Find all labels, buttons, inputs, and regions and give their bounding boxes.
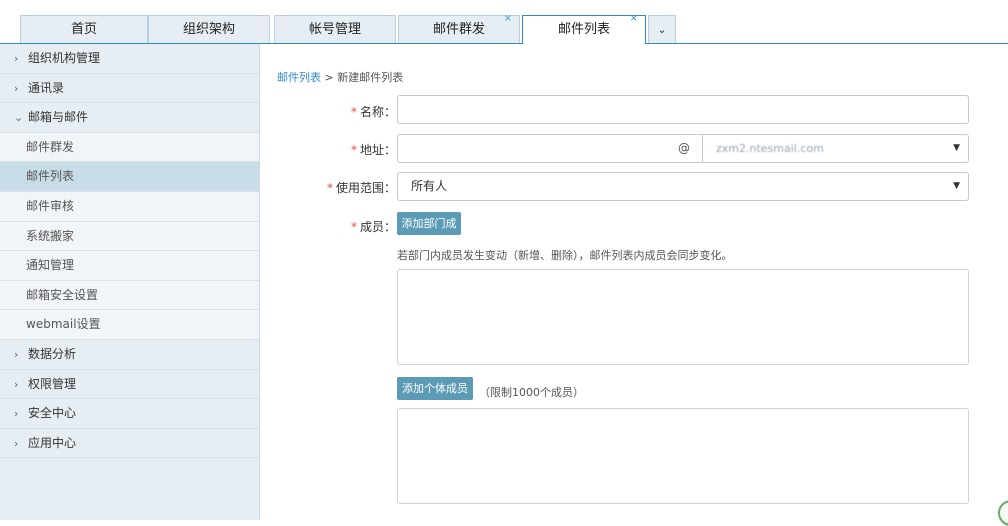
name-label-text: 名称： [359,105,396,119]
breadcrumb-current: 新建邮件列表 [337,71,404,84]
chevron-right-icon: › [14,436,19,450]
sidebar-item-label: 权限管理 [28,376,77,391]
sidebar-item-label: 数据分析 [28,346,77,361]
tab-mail-list[interactable]: 邮件列表 × [522,13,646,44]
sidebar-item-mail-list[interactable]: 邮件列表 [0,162,259,192]
sidebar-item-org-management[interactable]: › 组织机构管理 [0,44,259,74]
tab-organization[interactable]: 组织架构 [148,15,270,43]
sidebar-item-label: 邮箱安全设置 [26,287,99,302]
department-members-box[interactable] [397,269,969,365]
add-department-members-button[interactable]: 添加部门成员 [397,212,461,253]
sidebar-item-notification-management[interactable]: 通知管理 [0,251,259,281]
required-mark: * [326,181,333,195]
sidebar-item-webmail-settings[interactable]: webmail设置 [0,310,259,340]
sidebar-item-label: webmail设置 [26,317,101,332]
member-limit-hint: （限制1000个成员） [479,386,584,399]
breadcrumb: 邮件列表 > 新建邮件列表 [277,69,403,85]
sidebar-item-label: 组织机构管理 [28,51,101,65]
scope-select[interactable]: 所有人 ▼ [397,172,969,201]
main-content: 邮件列表 > 新建邮件列表 * 名称： * 地址： @ zxm2.ntesmail.… [261,44,1008,520]
required-mark: * [350,105,357,119]
sidebar-item-label: 安全中心 [28,406,77,421]
sidebar-item-permission-management[interactable]: › 权限管理 [0,370,259,400]
chevron-right-icon: › [14,407,19,421]
sidebar-item-label: 邮箱与邮件 [28,110,89,125]
sidebar-item-contacts[interactable]: › 通讯录 [0,74,259,104]
tab-account-management[interactable]: 帐号管理 [274,15,396,43]
tab-more-dropdown[interactable]: ⌄ [648,15,676,43]
address-label-text: 地址： [359,143,396,157]
name-input[interactable] [397,95,969,124]
sidebar-item-mass-mail[interactable]: 邮件群发 [0,132,259,163]
scope-label: * 使用范围： [276,179,396,196]
tab-label: 帐号管理 [308,22,361,37]
scope-label-text: 使用范围： [335,181,396,195]
tab-bar: 首页 组织架构 帐号管理 邮件群发 × 邮件列表 × ⌄ [0,0,1008,44]
breadcrumb-link-mail-list[interactable]: 邮件列表 [277,71,321,84]
close-icon[interactable]: × [630,13,638,25]
tab-label: 邮件群发 [432,22,485,37]
breadcrumb-separator: > [324,71,334,84]
required-mark: * [350,220,357,234]
department-sync-hint: 若部门内成员发生变动（新增、删除），邮件列表内成员会同步变化。 [397,249,733,262]
sidebar-item-security-center[interactable]: › 安全中心 [0,399,259,429]
sidebar-item-mailbox-and-mail[interactable]: ⌄ 邮箱与邮件 [0,103,259,133]
sidebar-item-label: 邮件审核 [26,198,75,213]
chevron-down-icon: ⌄ [657,23,667,36]
sidebar-item-label: 通知管理 [26,258,75,273]
caret-down-icon: ▼ [953,143,960,153]
add-individual-members-button[interactable]: 添加个体成员 [397,377,473,400]
individual-members-box[interactable] [397,408,969,504]
tab-home[interactable]: 首页 [20,15,148,43]
tab-label: 首页 [70,22,97,37]
tab-label: 邮件列表 [557,22,610,37]
tab-label: 组织架构 [182,22,235,37]
sidebar: › 组织机构管理 › 通讯录 ⌄ 邮箱与邮件 邮件群发 邮件列表 邮件审核 系统搬家 … [0,44,260,520]
domain-value: zxm2.ntesmail.com [716,142,824,155]
sidebar-item-mailbox-security[interactable]: 邮箱安全设置 [0,280,259,311]
chevron-right-icon: › [14,377,19,391]
close-icon[interactable]: × [504,13,512,25]
caret-down-icon: ▼ [953,181,960,191]
domain-select[interactable]: zxm2.ntesmail.com ▼ [702,134,969,163]
members-label: * 成员： [276,218,396,235]
scope-value: 所有人 [411,179,448,193]
chevron-right-icon: › [14,52,19,65]
sidebar-item-label: 系统搬家 [26,228,75,243]
at-sign: @ [666,134,702,163]
name-label: * 名称： [276,103,396,120]
members-label-text: 成员： [359,220,396,234]
required-mark: * [350,143,357,157]
address-input[interactable] [397,134,667,163]
chevron-right-icon: › [14,347,19,361]
sidebar-item-label: 通讯录 [28,80,65,95]
sidebar-item-mail-review[interactable]: 邮件审核 [0,191,259,222]
chevron-right-icon: › [14,81,19,95]
sidebar-item-label: 邮件列表 [26,169,75,184]
sidebar-item-system-migration[interactable]: 系统搬家 [0,221,259,252]
sidebar-item-app-center[interactable]: › 应用中心 [0,429,259,459]
sidebar-item-label: 应用中心 [28,435,77,450]
sidebar-item-data-analysis[interactable]: › 数据分析 [0,340,259,370]
sidebar-item-label: 邮件群发 [26,139,75,154]
chevron-down-icon: ⌄ [14,111,24,125]
address-label: * 地址： [276,141,396,158]
tab-mass-mail[interactable]: 邮件群发 × [398,13,520,43]
